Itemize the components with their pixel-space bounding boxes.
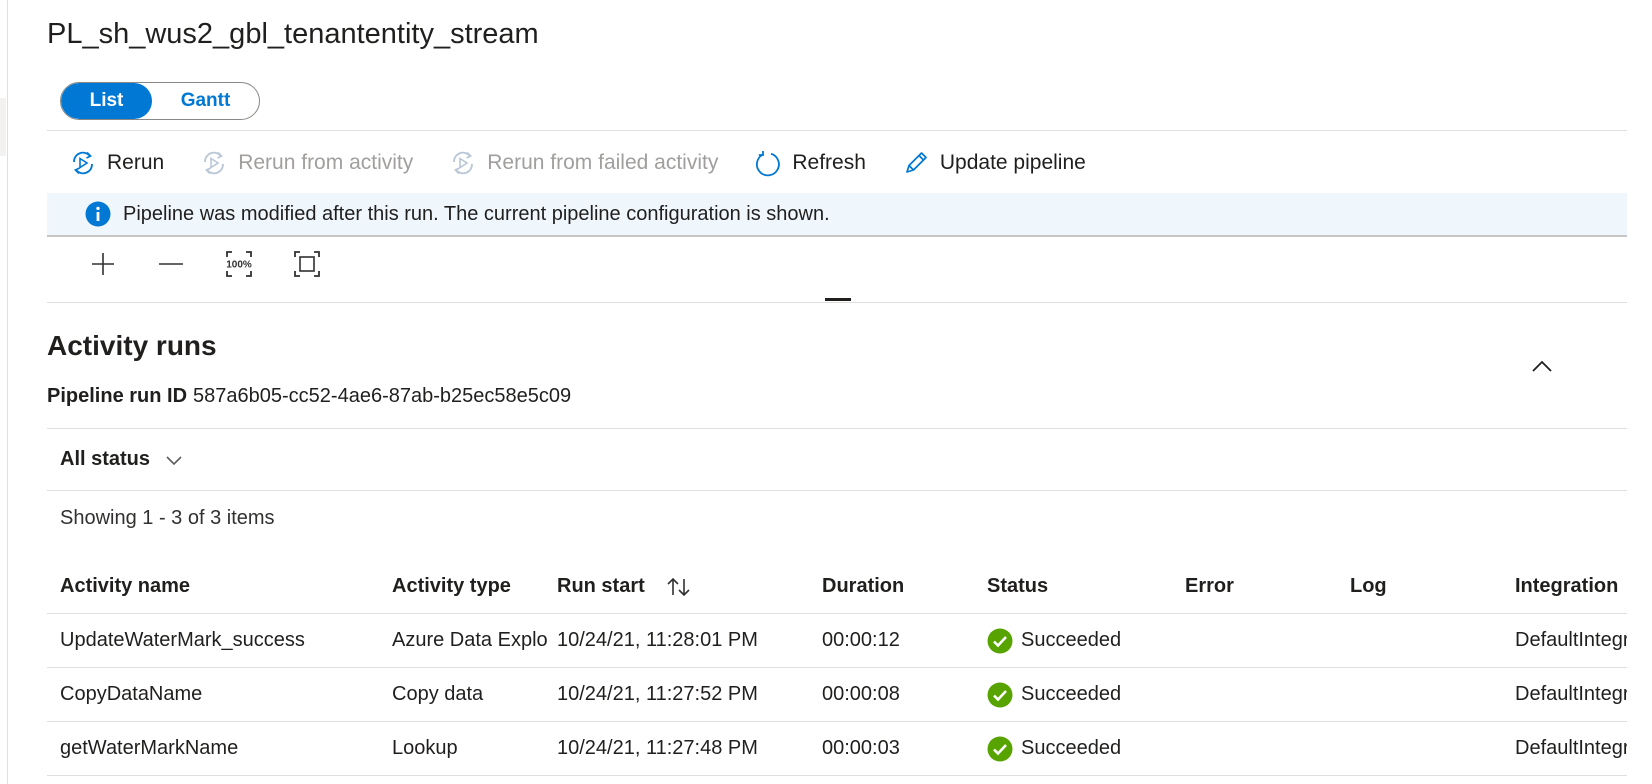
status-text: Succeeded (1021, 683, 1122, 705)
column-header-log[interactable]: Log (1350, 560, 1500, 613)
zoom-100-icon: 100% (226, 251, 252, 277)
error-cell (1185, 722, 1335, 775)
divider (47, 302, 1627, 303)
success-check-icon (987, 736, 1013, 761)
rerun-from-failed-activity-button[interactable]: Rerun from failed activity (449, 149, 718, 177)
table-row[interactable]: getWaterMarkName Lookup 10/24/21, 11:27:… (47, 722, 1627, 776)
run-start-cell: 10/24/21, 11:27:52 PM (557, 683, 758, 705)
zoom-100-button[interactable]: 100% (205, 246, 273, 282)
left-panel-stub (0, 98, 6, 156)
rerun-button[interactable]: Rerun (69, 149, 164, 177)
status-text: Succeeded (1021, 629, 1122, 651)
refresh-label: Refresh (792, 151, 866, 174)
column-header-duration[interactable]: Duration (822, 560, 972, 613)
left-panel-border (7, 0, 8, 784)
update-pipeline-button[interactable]: Update pipeline (902, 149, 1086, 177)
info-message-bar: Pipeline was modified after this run. Th… (47, 193, 1627, 237)
activity-name-cell: getWaterMarkName (60, 737, 239, 759)
minus-icon (159, 263, 183, 265)
plus-icon (92, 253, 114, 275)
fit-to-screen-icon (294, 251, 320, 277)
activity-runs-table: Activity name Activity type Run start Du… (47, 560, 1627, 776)
zoom-out-button[interactable] (137, 246, 205, 282)
info-icon (85, 201, 111, 227)
column-header-integration[interactable]: Integration (1515, 560, 1627, 613)
activity-name-cell: CopyDataName (60, 683, 203, 705)
integration-runtime-cell: DefaultIntegrationRuntime (1515, 629, 1627, 651)
rerun-label: Rerun (107, 151, 165, 174)
activity-type-cell: Lookup (392, 737, 458, 759)
run-id-value: 587a6b05-cc52-4ae6-87ab-b25ec58e5c09 (193, 385, 572, 407)
divider (47, 428, 1627, 429)
status-filter-label: All status (60, 448, 151, 470)
duration-cell: 00:00:03 (822, 737, 900, 759)
error-cell (1185, 614, 1335, 667)
gantt-view-button[interactable]: Gantt (152, 83, 259, 119)
run-id-label: Pipeline run ID (47, 385, 188, 407)
pipeline-run-panel: PL_sh_wus2_gbl_tenantentity_stream List … (47, 0, 1627, 784)
integration-runtime-cell: DefaultIntegrationRuntime (1515, 683, 1627, 705)
table-row[interactable]: UpdateWaterMark_success Azure Data Explo… (47, 614, 1627, 668)
run-start-cell: 10/24/21, 11:27:48 PM (557, 737, 758, 759)
activity-runs-title: Activity runs (47, 330, 217, 361)
activity-type-cell: Azure Data Explorer (392, 629, 549, 651)
sort-icon[interactable] (665, 575, 693, 599)
chevron-up-icon[interactable] (1527, 352, 1557, 382)
activity-name-cell: UpdateWaterMark_success (60, 629, 305, 651)
log-cell (1350, 614, 1500, 667)
rerun-from-activity-icon (204, 151, 225, 175)
activity-type-cell: Copy data (392, 683, 484, 705)
rerun-from-failed-icon (453, 151, 474, 175)
refresh-button[interactable]: Refresh (754, 149, 866, 177)
status-cell: Succeeded (987, 614, 1172, 667)
pipeline-run-id: Pipeline run ID 587a6b05-cc52-4ae6-87ab-b… (47, 385, 571, 408)
fit-to-screen-button[interactable] (273, 246, 341, 282)
duration-cell: 00:00:12 (822, 629, 900, 651)
command-bar: Rerun Rerun from activity Rerun from fai… (69, 145, 1122, 181)
divider (47, 130, 1627, 131)
rerun-from-activity-button[interactable]: Rerun from activity (200, 149, 413, 177)
svg-text:100%: 100% (226, 260, 252, 271)
success-check-icon (987, 628, 1013, 653)
status-text: Succeeded (1021, 737, 1122, 759)
list-view-button[interactable]: List (61, 83, 152, 119)
table-header: Activity name Activity type Run start Du… (47, 560, 1627, 614)
zoom-in-button[interactable] (69, 246, 137, 282)
integration-runtime-cell: DefaultIntegrationRuntime (1515, 737, 1627, 759)
items-count: Showing 1 - 3 of 3 items (60, 507, 275, 529)
rerun-from-failed-label: Rerun from failed activity (487, 151, 719, 174)
log-cell (1350, 668, 1500, 721)
column-header-error[interactable]: Error (1185, 560, 1335, 613)
column-header-activity-name[interactable]: Activity name (60, 560, 370, 613)
error-cell (1185, 668, 1335, 721)
rerun-from-activity-label: Rerun from activity (238, 151, 414, 174)
column-header-activity-type[interactable]: Activity type (392, 560, 549, 613)
column-header-status[interactable]: Status (987, 560, 1172, 613)
status-filter-dropdown[interactable]: All status (60, 448, 184, 471)
update-pipeline-label: Update pipeline (939, 151, 1086, 174)
run-start-cell: 10/24/21, 11:28:01 PM (557, 629, 758, 651)
view-toggle: List Gantt (60, 82, 260, 120)
success-check-icon (987, 682, 1013, 707)
page-title: PL_sh_wus2_gbl_tenantentity_stream (47, 18, 539, 50)
status-cell: Succeeded (987, 668, 1172, 721)
table-row[interactable]: CopyDataName Copy data 10/24/21, 11:27:5… (47, 668, 1627, 722)
log-cell (1350, 722, 1500, 775)
status-cell: Succeeded (987, 722, 1172, 775)
info-message: Pipeline was modified after this run. Th… (123, 202, 830, 225)
rerun-icon (73, 151, 93, 175)
refresh-icon (756, 151, 781, 177)
chevron-down-icon (166, 455, 182, 465)
canvas-zoom-controls: 100% (69, 246, 341, 282)
pane-resize-handle[interactable] (825, 298, 851, 301)
duration-cell: 00:00:08 (822, 683, 900, 705)
run-start-header-label: Run start (557, 575, 645, 597)
divider (47, 490, 1627, 491)
column-header-run-start[interactable]: Run start (557, 560, 812, 613)
pencil-icon (906, 152, 927, 173)
